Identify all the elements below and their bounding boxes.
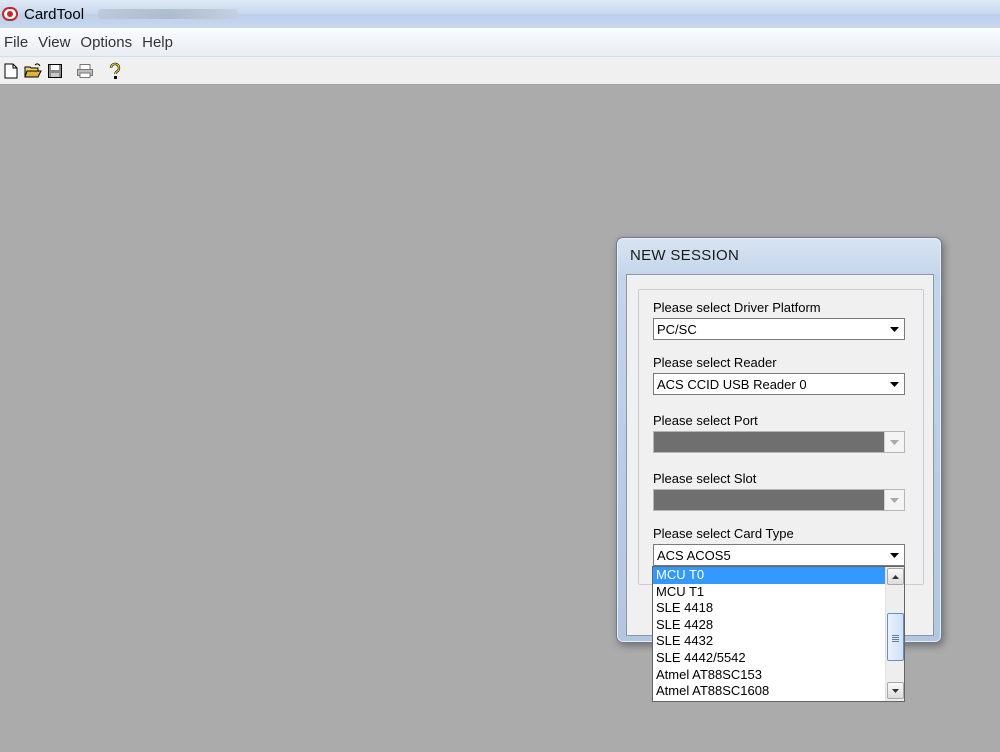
option-atmel-at88sc1608[interactable]: Atmel AT88SC1608 — [653, 683, 886, 700]
dropdown-scrollbar[interactable] — [885, 567, 904, 701]
driver-platform-label: Please select Driver Platform — [653, 300, 821, 315]
option-sle-4442-5542[interactable]: SLE 4442/5542 — [653, 650, 886, 667]
chevron-down-icon — [889, 326, 899, 332]
card-type-value: ACS ACOS5 — [657, 548, 731, 563]
menu-file[interactable]: File — [3, 32, 29, 53]
reader-value: ACS CCID USB Reader 0 — [657, 377, 807, 392]
option-mcu-t0[interactable]: MCU T0 — [653, 567, 886, 584]
chevron-down-icon — [892, 688, 899, 693]
window-title: CardTool — [24, 5, 85, 23]
slot-dropdown-button — [884, 490, 904, 510]
card-type-dropdown-button[interactable] — [884, 545, 904, 565]
blurred-title-suffix — [98, 9, 239, 19]
print-button[interactable] — [74, 60, 96, 82]
driver-platform-value: PC/SC — [657, 322, 697, 337]
port-dropdown-button — [884, 432, 904, 452]
menu-bar: File View Options Help — [0, 28, 1000, 57]
chevron-up-icon — [892, 574, 899, 579]
driver-dropdown-button[interactable] — [884, 319, 904, 339]
driver-platform-select[interactable]: PC/SC — [653, 318, 905, 340]
save-icon — [48, 63, 62, 78]
chevron-down-icon — [889, 381, 899, 387]
dialog-title: NEW SESSION — [630, 247, 740, 264]
scroll-up-button[interactable] — [887, 568, 904, 585]
port-select — [653, 431, 905, 453]
app-icon — [2, 7, 18, 21]
option-sle-4432[interactable]: SLE 4432 — [653, 633, 886, 650]
grip-icon — [892, 636, 899, 638]
menu-help[interactable]: Help — [141, 32, 174, 53]
card-type-label: Please select Card Type — [653, 526, 794, 541]
slot-select — [653, 489, 905, 511]
menu-options[interactable]: Options — [79, 32, 133, 53]
open-folder-icon — [24, 62, 42, 77]
help-icon — [109, 62, 121, 79]
option-sle-4428[interactable]: SLE 4428 — [653, 617, 886, 634]
slot-label: Please select Slot — [653, 471, 757, 486]
chevron-down-icon — [890, 439, 899, 445]
option-sle-4418[interactable]: SLE 4418 — [653, 600, 886, 617]
menu-view[interactable]: View — [37, 32, 71, 53]
chevron-down-icon — [890, 497, 899, 503]
reader-label: Please select Reader — [653, 355, 777, 370]
new-file-icon — [4, 63, 18, 78]
reader-select[interactable]: ACS CCID USB Reader 0 — [653, 373, 905, 395]
card-type-dropdown-list[interactable]: MCU T0 MCU T1 SLE 4418 SLE 4428 SLE 4432… — [652, 566, 905, 702]
help-button[interactable] — [104, 60, 126, 82]
scroll-down-button[interactable] — [887, 682, 904, 699]
option-mcu-t1[interactable]: MCU T1 — [653, 584, 886, 601]
card-type-options: MCU T0 MCU T1 SLE 4418 SLE 4428 SLE 4432… — [653, 567, 886, 700]
save-button[interactable] — [44, 60, 66, 82]
reader-dropdown-button[interactable] — [884, 374, 904, 394]
card-type-select[interactable]: ACS ACOS5 — [653, 544, 905, 566]
scroll-thumb[interactable] — [887, 613, 904, 661]
open-button[interactable] — [22, 60, 44, 82]
new-file-button[interactable] — [0, 60, 22, 82]
port-label: Please select Port — [653, 413, 758, 428]
toolbar — [0, 57, 1000, 85]
print-icon — [77, 63, 93, 78]
option-atmel-at88sc153[interactable]: Atmel AT88SC153 — [653, 667, 886, 684]
title-bar: CardTool — [0, 0, 1000, 28]
chevron-down-icon — [889, 552, 899, 558]
